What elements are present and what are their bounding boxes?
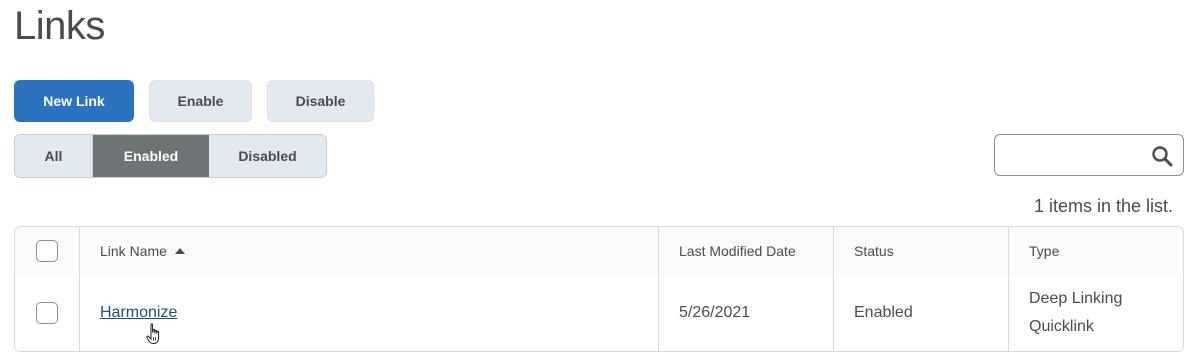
column-header-type: Type: [1009, 227, 1183, 275]
column-header-link-name[interactable]: Link Name: [80, 227, 659, 275]
enable-button[interactable]: Enable: [149, 80, 252, 122]
filter-all-button[interactable]: All: [15, 135, 93, 177]
status-cell: Enabled: [834, 275, 1009, 351]
link-name-cell: Harmonize: [80, 275, 659, 351]
type-cell: Deep Linking Quicklink: [1009, 275, 1183, 351]
column-header-label: Link Name: [100, 243, 167, 259]
hand-pointer-cursor-icon: [146, 323, 160, 344]
status-value: Enabled: [854, 304, 913, 321]
type-value-line2: Quicklink: [1029, 318, 1094, 335]
last-modified-value: 5/26/2021: [679, 304, 751, 321]
search-icon: [1152, 146, 1173, 167]
column-header-label: Type: [1029, 243, 1060, 259]
table-row: Harmonize 5/26/2021 Enabled Deep Linking…: [15, 275, 1183, 351]
items-count: 1 items in the list.: [1033, 196, 1173, 216]
row-checkbox[interactable]: [36, 302, 58, 324]
last-modified-cell: 5/26/2021: [659, 275, 834, 351]
type-value-line1: Deep Linking: [1029, 290, 1123, 307]
link-name-link[interactable]: Harmonize: [100, 304, 177, 322]
row-select-cell: [15, 275, 80, 351]
search-input[interactable]: [1003, 141, 1147, 171]
filter-disabled-button[interactable]: Disabled: [209, 135, 326, 177]
select-all-cell: [15, 227, 80, 275]
sort-ascending-icon: [174, 248, 185, 254]
select-all-checkbox[interactable]: [36, 240, 58, 262]
search-button[interactable]: [1151, 145, 1173, 167]
new-link-button[interactable]: New Link: [14, 80, 134, 122]
column-header-label: Status: [854, 243, 894, 259]
search-box: [994, 134, 1184, 176]
links-table: Link Name Last Modified Date Status Type…: [14, 226, 1184, 352]
page-title: Links: [14, 4, 105, 48]
disable-button[interactable]: Disable: [267, 80, 374, 122]
table-header-row: Link Name Last Modified Date Status Type: [15, 227, 1183, 276]
column-header-status: Status: [834, 227, 1009, 275]
filter-enabled-button[interactable]: Enabled: [93, 135, 209, 177]
column-header-label: Last Modified Date: [679, 243, 796, 259]
column-header-last-modified: Last Modified Date: [659, 227, 834, 275]
status-filter-group: All Enabled Disabled: [14, 134, 327, 178]
